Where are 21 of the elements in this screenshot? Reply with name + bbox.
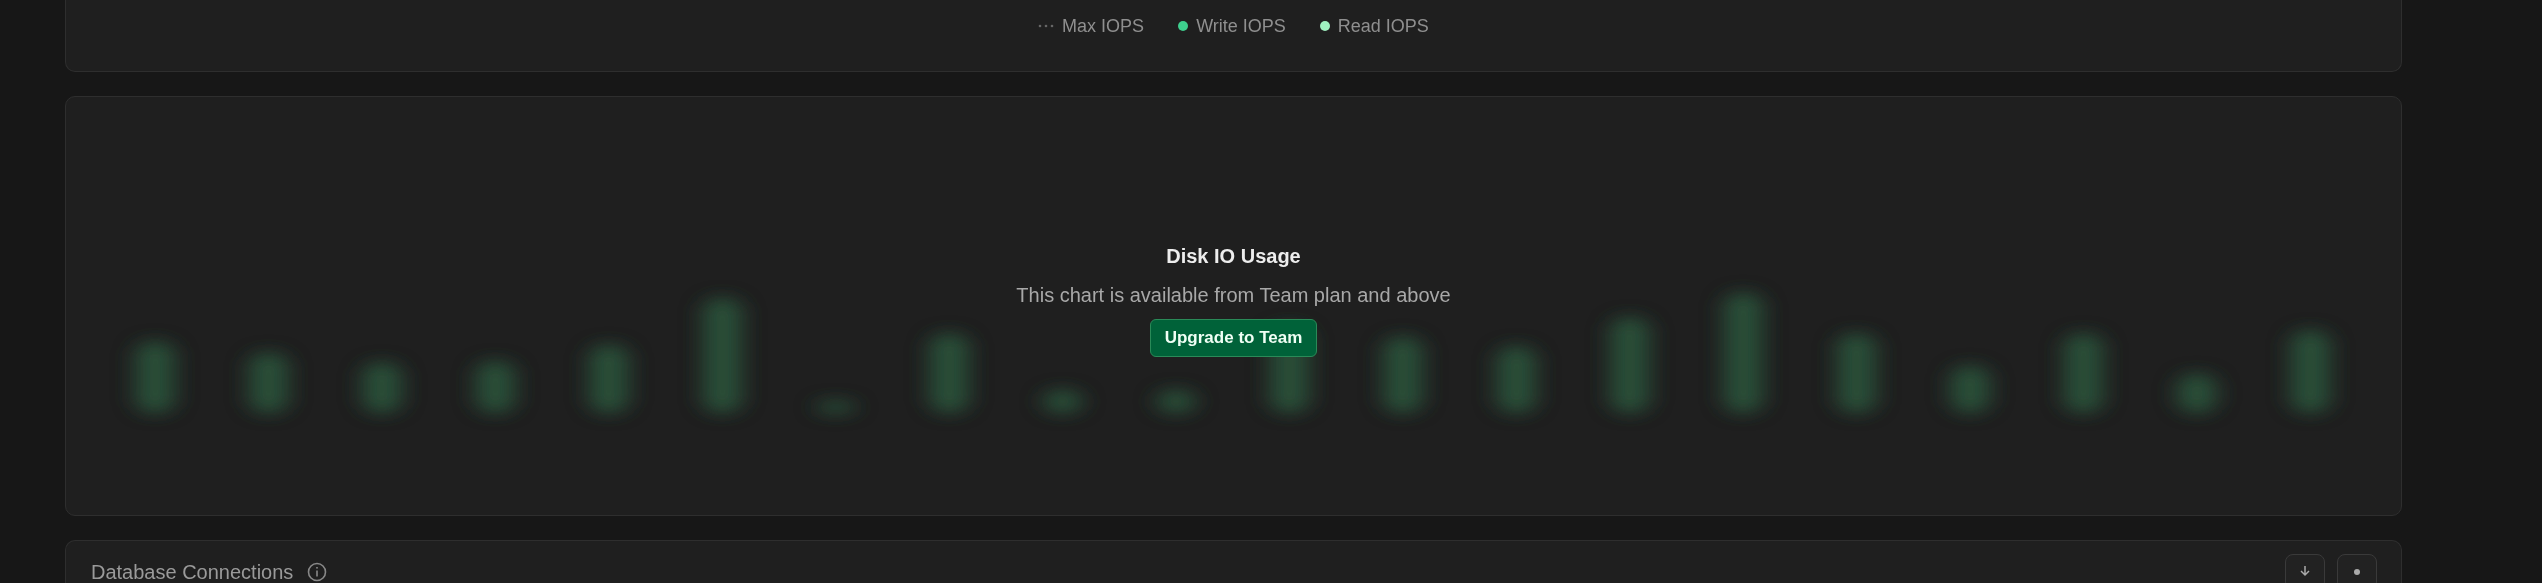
blurred-bar [1950,365,1990,414]
legend-label: Write IOPS [1196,15,1286,37]
blurred-bar [2177,373,2217,414]
card-title: Database Connections [91,560,294,583]
blurred-bar [1496,345,1536,414]
chart-title: Disk IO Usage [1166,245,1301,268]
blurred-bar [249,352,288,414]
upgrade-message: This chart is available from Team plan and above [1016,284,1451,307]
dotted-line-icon [1038,24,1055,28]
upgrade-button[interactable]: Upgrade to Team [1149,319,1318,357]
download-icon [2298,565,2312,579]
blurred-bar [362,361,402,414]
blurred-bar [1043,389,1082,414]
legend-label: Read IOPS [1337,15,1429,37]
icon-button[interactable] [2337,554,2377,583]
blurred-bar [1156,389,1196,414]
blurred-bar [475,360,515,414]
legend-label: Max IOPS [1062,15,1145,37]
icon-button[interactable] [2285,554,2325,583]
blurred-bar [589,344,629,414]
info-icon [307,562,328,582]
